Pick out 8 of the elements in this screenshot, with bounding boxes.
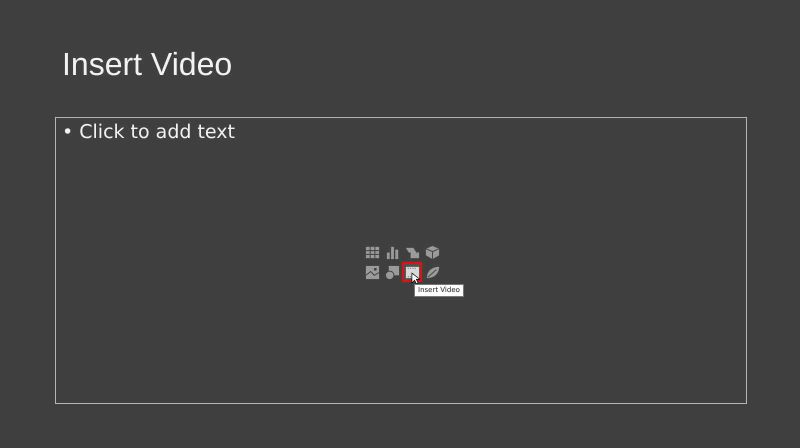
placeholder-text[interactable]: • Click to add text (56, 118, 235, 149)
cursor-icon (411, 272, 420, 285)
slide-title: Insert Video (62, 45, 234, 84)
bar-chart-icon (384, 244, 400, 260)
leaf-icon (424, 264, 440, 280)
cube-icon (424, 244, 440, 260)
picture-icon (364, 264, 380, 280)
table-icon (364, 244, 380, 260)
